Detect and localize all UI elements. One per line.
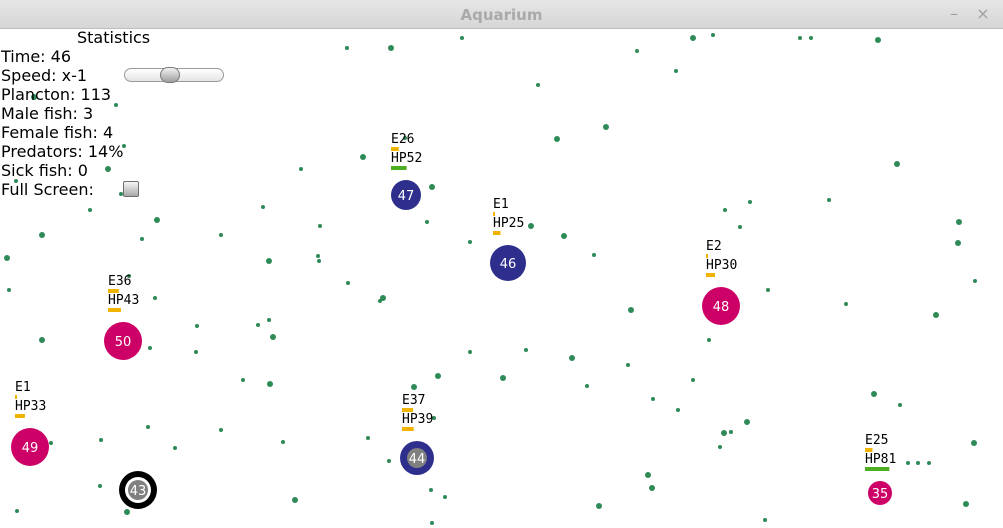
- fish-predator: 43: [119, 471, 157, 509]
- hp-bar: [865, 467, 890, 471]
- hp-bar: [15, 414, 25, 418]
- fish-female: E25 HP81 35: [865, 433, 896, 505]
- fish-age-label: 48: [713, 300, 730, 315]
- hp-bar: [402, 427, 414, 431]
- speed-slider[interactable]: [124, 67, 224, 83]
- fish-age-label: 35: [872, 487, 889, 502]
- fish-age-label: 49: [22, 441, 39, 456]
- hp-bar: [108, 308, 121, 312]
- female-fish-stat: Female fish: 4: [1, 123, 114, 142]
- fish-energy-label: E26: [391, 132, 414, 147]
- time-stat: Time: 46: [1, 47, 71, 66]
- statistics-heading: Statistics: [77, 28, 151, 47]
- fish-energy-label: E36: [108, 274, 131, 289]
- fish-age-label: 43: [130, 484, 147, 499]
- male-fish-stat: Male fish: 3: [1, 104, 94, 123]
- fish-female: E36 HP43 50: [104, 274, 142, 360]
- fish-energy-label: E25: [865, 433, 888, 448]
- speed-stat: Speed: x-1: [1, 66, 88, 85]
- fish-hp-label: HP30: [706, 258, 737, 273]
- fish-hp-label: HP39: [402, 412, 433, 427]
- fish-male: E26 HP52 47: [391, 132, 422, 210]
- fish-hp-label: HP43: [108, 293, 139, 308]
- window-title: Aquarium: [460, 6, 543, 24]
- full-screen-checkbox[interactable]: [123, 181, 139, 197]
- minimize-icon[interactable]: –: [944, 4, 964, 24]
- fish-hp-label: HP33: [15, 399, 46, 414]
- sick-fish-stat: Sick fish: 0: [1, 161, 88, 180]
- hp-bar: [706, 273, 715, 277]
- fish-age-label: 50: [115, 335, 132, 350]
- fish-male: E1 HP25 46: [490, 197, 526, 281]
- fish-age-label: 47: [398, 189, 415, 204]
- fish-energy-label: E1: [493, 197, 509, 212]
- close-icon[interactable]: ×: [973, 4, 993, 24]
- fish-energy-label: E1: [15, 380, 31, 395]
- fish-energy-label: E37: [402, 393, 425, 408]
- predators-stat: Predators: 14%: [1, 142, 124, 161]
- fish-female: E1 HP33 49: [11, 380, 49, 466]
- plancton-stat: Plancton: 113: [1, 85, 112, 104]
- speed-slider-thumb[interactable]: [160, 67, 180, 83]
- full-screen-label: Full Screen:: [1, 180, 94, 199]
- fish-hp-label: HP25: [493, 216, 524, 231]
- fish-hp-label: HP52: [391, 151, 422, 166]
- fish-female: E2 HP30 48: [702, 239, 740, 325]
- statistics-panel: Statistics Time: 46 Speed: x-1 Plancton:…: [1, 28, 231, 203]
- fish-age-label: 44: [409, 452, 426, 467]
- fish-energy-label: E2: [706, 239, 722, 254]
- fish-age-label: 46: [500, 257, 517, 272]
- fish-male: E37 HP39 44: [400, 393, 434, 475]
- title-bar: Aquarium – ×: [0, 0, 1003, 29]
- hp-bar: [391, 166, 407, 170]
- fish-hp-label: HP81: [865, 452, 896, 467]
- hp-bar: [493, 231, 501, 235]
